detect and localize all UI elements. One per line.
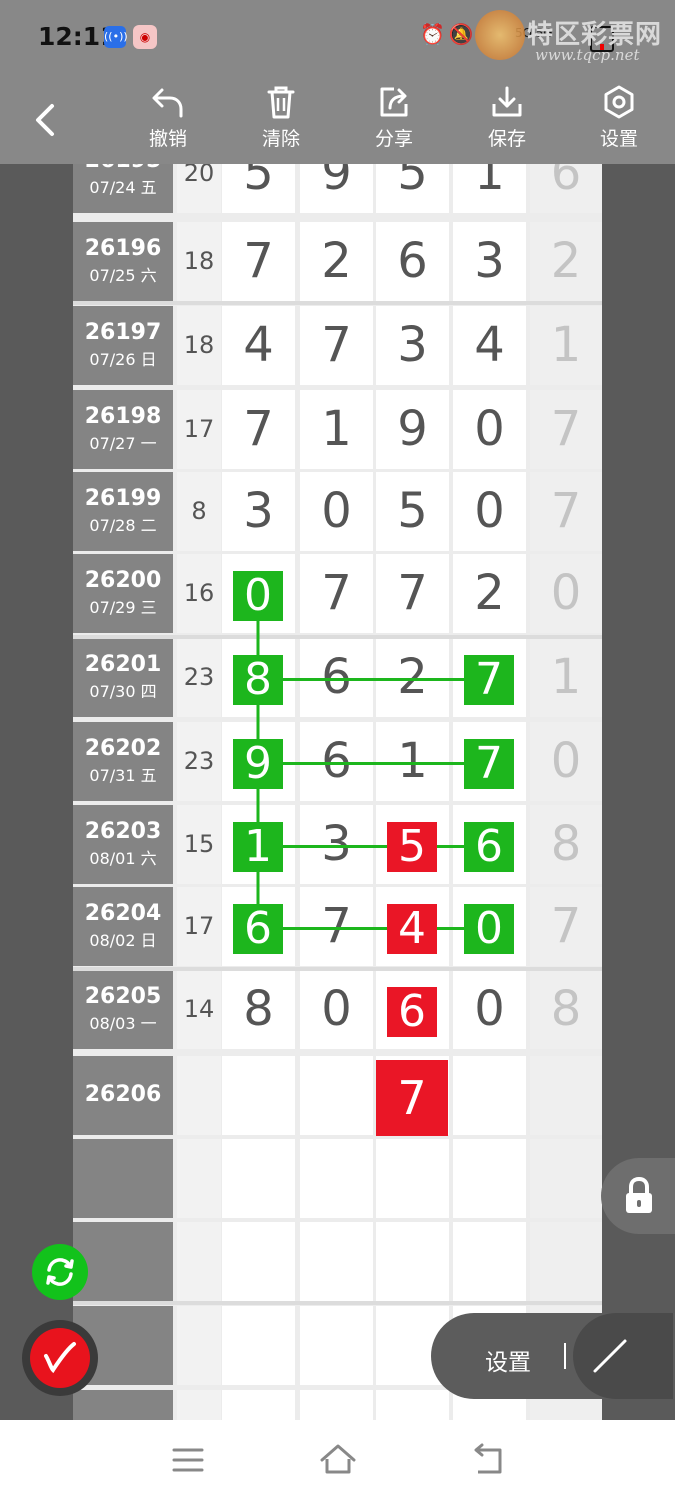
pen-button-face	[30, 1328, 90, 1388]
watermark: 特区彩票网 www.tqcp.net	[475, 10, 665, 66]
save-button[interactable]: 保存	[467, 84, 547, 151]
highlighted-digit[interactable]: 7	[464, 738, 514, 789]
highlighted-digit[interactable]: 4	[387, 903, 437, 954]
save-label: 保存	[487, 128, 526, 150]
highlighted-digit[interactable]: 9	[233, 738, 283, 789]
highlighted-digit[interactable]: 0	[233, 570, 283, 621]
highlighted-digit[interactable]: 1	[233, 821, 283, 872]
undo-icon	[152, 88, 183, 118]
menu-button[interactable]	[168, 1442, 208, 1478]
home-icon	[320, 1444, 356, 1474]
toolbar: 撤销 清除 分享 保存 设置	[0, 76, 675, 164]
highlighted-digit[interactable]: 6	[233, 903, 283, 954]
back-icon	[474, 1443, 502, 1474]
highlighted-digit[interactable]: 0	[464, 903, 514, 954]
drawing-settings-button[interactable]: 设置	[485, 1343, 531, 1377]
settings-button[interactable]: 设置	[579, 84, 659, 151]
pen-button[interactable]	[22, 1320, 98, 1396]
lottery-grid[interactable]: 2619507/24 五20595162619607/25 六187263226…	[73, 164, 602, 1420]
highlighted-digit[interactable]: 7	[376, 1059, 448, 1136]
share-label: 分享	[374, 128, 413, 150]
menu-icon	[172, 1448, 204, 1472]
hotspot-icon: ((•))	[104, 26, 128, 48]
lock-icon	[626, 1176, 652, 1213]
share-button[interactable]: 分享	[354, 84, 434, 151]
mascot-app-icon: ◉	[133, 25, 157, 49]
highlighted-digit[interactable]: 8	[233, 654, 283, 705]
lock-button[interactable]	[601, 1158, 675, 1234]
download-icon	[492, 86, 522, 117]
clear-label: 清除	[261, 128, 300, 150]
drawing-settings-pill: 设置	[431, 1313, 675, 1399]
highlighted-digit[interactable]: 6	[464, 821, 514, 872]
status-bar: 12:11 ((•)) ◉ ⏰🔕 5G 5G 特区彩票网 www.tqcp.ne…	[0, 0, 675, 76]
settings-label: 设置	[599, 128, 638, 150]
back-button[interactable]	[26, 100, 66, 140]
highlighted-digit[interactable]: 5	[387, 821, 437, 872]
share-icon	[380, 87, 408, 117]
navigation-bar	[0, 1420, 675, 1500]
system-status-icons: ⏰🔕	[420, 22, 478, 46]
back-nav-button[interactable]	[468, 1442, 508, 1478]
refresh-button[interactable]	[32, 1244, 88, 1300]
pill-divider	[564, 1343, 566, 1369]
undo-label: 撤销	[148, 128, 187, 150]
trash-icon	[267, 86, 295, 119]
watermark-logo	[475, 10, 525, 60]
line-draw-button[interactable]	[573, 1313, 673, 1399]
watermark-url: www.tqcp.net	[535, 46, 640, 64]
highlighted-digit[interactable]: 7	[464, 654, 514, 705]
undo-button[interactable]: 撤销	[128, 84, 208, 151]
back-chevron-icon	[36, 104, 54, 136]
trend-lines	[256, 595, 489, 930]
pen-icon	[44, 1342, 76, 1374]
refresh-icon	[46, 1258, 74, 1286]
line-draw-icon	[593, 1339, 627, 1373]
clear-button[interactable]: 清除	[241, 84, 321, 151]
home-button[interactable]	[318, 1442, 358, 1478]
highlighted-digit[interactable]: 6	[387, 986, 437, 1037]
hexagon-settings-icon	[604, 85, 634, 119]
